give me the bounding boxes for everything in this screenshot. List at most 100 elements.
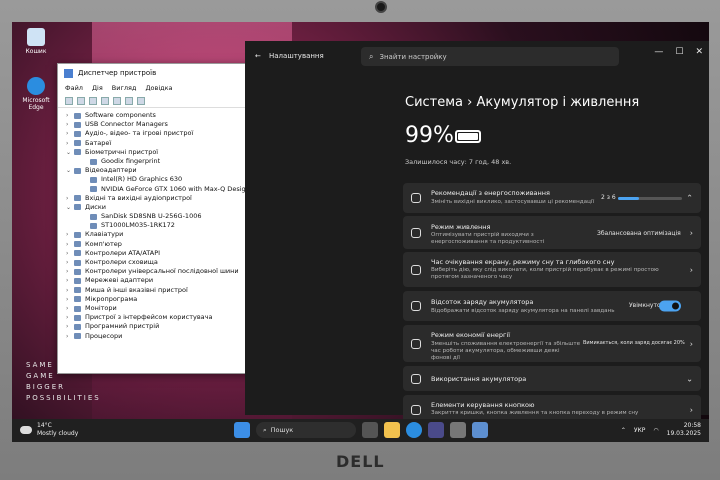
expander-icon[interactable]: ›	[66, 258, 74, 267]
device-icon	[74, 167, 81, 174]
device-icon	[90, 186, 97, 193]
device-icon	[74, 232, 81, 239]
device-icon	[74, 250, 81, 257]
expander-icon[interactable]: ⌄	[66, 148, 74, 157]
device-icon	[74, 277, 81, 284]
battery-percentage-card[interactable]: Відсоток заряду акумулятора Відображати …	[403, 291, 701, 321]
forward-tool-icon[interactable]	[77, 96, 85, 105]
back-tool-icon[interactable]	[65, 96, 73, 105]
device-icon	[74, 140, 81, 147]
expander-icon[interactable]: ›	[66, 111, 74, 120]
monitor-tool-icon[interactable]	[137, 96, 145, 105]
device-icon	[74, 305, 81, 312]
expander-icon[interactable]: ›	[66, 313, 74, 322]
expander-icon[interactable]: ⌄	[66, 203, 74, 212]
screen-timeout-icon	[411, 264, 421, 275]
help-tool-icon[interactable]	[113, 96, 121, 105]
taskbar-search[interactable]: ⌕ Пошук	[256, 422, 356, 438]
back-button[interactable]: ←	[255, 52, 269, 60]
tree-item-label: Мікропрограма	[85, 294, 138, 303]
device-manager-icon	[64, 68, 73, 78]
tree-item-label: SanDisk SD8SNB U-256G-1006	[101, 212, 202, 221]
power-mode-card[interactable]: Режим живлення Оптимізувати пристрій вих…	[403, 216, 701, 249]
power-mode-select[interactable]: Збалансована оптимізація	[597, 230, 681, 237]
tree-item-label: USB Connector Managers	[85, 120, 168, 129]
chevron-right-icon: ›	[689, 265, 693, 274]
chevron-right-icon: ›	[689, 339, 693, 348]
screen-timeout-card[interactable]: Час очікування екрану, режиму сну та гли…	[403, 252, 701, 287]
battery-percentage-icon	[411, 301, 421, 311]
menu-file[interactable]: Файл	[65, 84, 83, 92]
expander-icon[interactable]: ›	[66, 322, 74, 331]
tree-item-label: Пристрої з інтерфейсом користувача	[85, 313, 213, 322]
task-view-icon[interactable]	[362, 422, 378, 438]
battery-usage-card[interactable]: Використання акумулятора ⌄	[403, 366, 701, 391]
close-button[interactable]: ✕	[695, 47, 703, 57]
tree-item-label: Аудіо-, відео- та ігрові пристрої	[85, 129, 194, 138]
file-explorer-icon[interactable]	[384, 422, 400, 438]
desktop-icon-edge[interactable]: Microsoft Edge	[16, 77, 56, 111]
minimize-button[interactable]: —	[654, 47, 663, 57]
tree-item-label: Intel(R) HD Graphics 630	[101, 175, 183, 184]
desktop-icon-recycle-bin[interactable]: Кошик	[16, 28, 56, 55]
expander-icon[interactable]: ›	[66, 194, 74, 203]
screen: Кошик Microsoft Edge SAME GAME BIGGER PO…	[12, 22, 709, 442]
expander-icon[interactable]: ⌄	[66, 166, 74, 175]
tree-item-label: Контролери універсальної послідовної шин…	[85, 267, 239, 276]
expander-icon[interactable]: ›	[66, 304, 74, 313]
device-icon	[74, 130, 81, 137]
recycle-bin-icon	[27, 28, 45, 46]
device-manager-taskbar-icon[interactable]	[472, 422, 488, 438]
tree-item-label: Миша й інші вказівні пристрої	[85, 285, 188, 294]
tree-item-label: Відеоадаптери	[85, 166, 137, 175]
dell-logo: DELL	[336, 452, 385, 471]
battery-percent: 99%	[405, 123, 454, 148]
store-icon[interactable]	[428, 422, 444, 438]
wifi-icon[interactable]: ◠	[653, 427, 658, 434]
tree-item-label: Мережеві адаптери	[85, 276, 154, 285]
edge-icon[interactable]	[406, 422, 422, 438]
scan-tool-icon[interactable]	[125, 96, 133, 105]
chevron-up-icon[interactable]: ⌃	[621, 427, 626, 434]
expander-icon[interactable]: ›	[66, 276, 74, 285]
menu-action[interactable]: Дія	[92, 84, 103, 92]
settings-window[interactable]: ← Налаштування ⌕ Знайти настройку — ☐ ✕ …	[245, 41, 709, 425]
expander-icon[interactable]: ›	[66, 139, 74, 148]
settings-app-title: Налаштування	[269, 52, 324, 60]
device-icon	[74, 323, 81, 330]
chevron-up-icon[interactable]: ⌃	[686, 194, 693, 203]
refresh-tool-icon[interactable]	[101, 96, 109, 105]
expander-icon[interactable]: ›	[66, 267, 74, 276]
start-icon[interactable]	[234, 422, 250, 438]
expander-icon[interactable]: ›	[66, 120, 74, 129]
chevron-down-icon[interactable]: ⌄	[686, 374, 693, 383]
device-icon	[74, 314, 81, 321]
expander-icon[interactable]: ›	[66, 249, 74, 258]
expander-icon[interactable]: ›	[66, 129, 74, 138]
menu-view[interactable]: Вигляд	[112, 84, 137, 92]
lid-controls-icon	[411, 405, 421, 415]
webcam	[375, 1, 387, 13]
expander-icon[interactable]: ›	[66, 230, 74, 239]
device-icon	[74, 121, 81, 128]
weather-widget[interactable]: 14°C Mostly cloudy	[20, 422, 78, 438]
search-input[interactable]: ⌕ Знайти настройку	[361, 47, 619, 66]
expander-icon[interactable]: ›	[66, 240, 74, 249]
recommendations-progress	[618, 197, 682, 200]
menu-help[interactable]: Довідка	[145, 84, 172, 92]
search-icon: ⌕	[263, 425, 267, 434]
settings-icon[interactable]	[450, 422, 466, 438]
recommendations-card[interactable]: Рекомендації з енергоспоживання Змініть …	[403, 183, 701, 213]
expander-icon[interactable]: ›	[66, 286, 74, 295]
tree-item-label: Процесори	[85, 331, 123, 340]
language-indicator[interactable]: УКР	[634, 427, 646, 434]
battery-percentage-toggle[interactable]	[659, 300, 681, 312]
expander-icon[interactable]: ›	[66, 332, 74, 341]
energy-saver-card[interactable]: Режим економії енергії Зменшіть споживан…	[403, 325, 701, 362]
properties-tool-icon[interactable]	[89, 96, 97, 105]
device-icon	[74, 204, 81, 211]
expander-icon[interactable]: ›	[66, 295, 74, 304]
system-tray: ⌃ УКР ◠ 20:58 19.03.2025	[621, 422, 701, 438]
maximize-button[interactable]: ☐	[675, 47, 683, 57]
clock[interactable]: 20:58 19.03.2025	[667, 422, 701, 438]
